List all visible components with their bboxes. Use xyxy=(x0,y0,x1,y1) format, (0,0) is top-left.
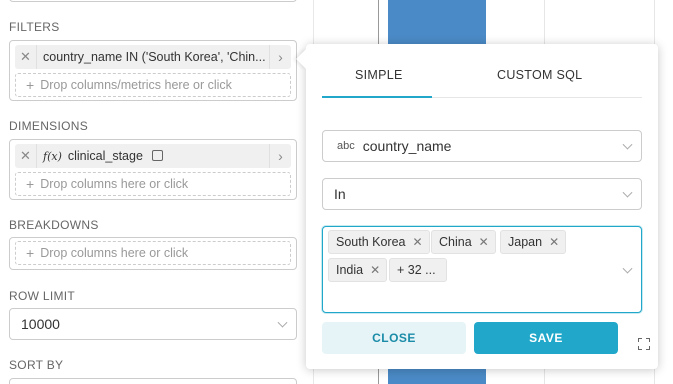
breakdowns-dropzone-text: Drop columns here or click xyxy=(40,246,189,260)
chevron-down-icon xyxy=(622,139,633,150)
chart-bar xyxy=(388,369,486,384)
value-tag: South Korea ✕ xyxy=(328,230,430,254)
filters-label: FILTERS xyxy=(9,20,60,34)
filter-tabs: SIMPLE CUSTOM SQL xyxy=(322,44,642,98)
breakdowns-control: + Drop columns here or click xyxy=(9,237,297,270)
chevron-down-icon xyxy=(622,187,633,198)
plus-icon: + xyxy=(26,176,35,192)
close-button[interactable]: CLOSE xyxy=(322,322,466,354)
row-limit-label: ROW LIMIT xyxy=(9,289,76,303)
dimensions-label: DIMENSIONS xyxy=(9,119,89,133)
plus-icon: + xyxy=(26,245,35,261)
filters-dropzone-text: Drop columns/metrics here or click xyxy=(40,78,232,92)
expand-icon[interactable] xyxy=(638,338,650,350)
previous-control-input[interactable] xyxy=(9,0,297,2)
row-limit-select[interactable]: 10000 xyxy=(9,308,297,340)
chevron-down-icon xyxy=(277,317,288,328)
active-tab-indicator xyxy=(322,96,432,98)
chevron-right-icon[interactable]: › xyxy=(269,45,291,69)
operator-select-value: In xyxy=(334,186,346,202)
breakdowns-label: BREAKDOWNS xyxy=(9,218,99,232)
remove-filter-icon[interactable]: ✕ xyxy=(15,45,37,69)
value-tag-label: India xyxy=(336,263,364,277)
chevron-down-icon xyxy=(622,263,633,274)
filter-chip-text: country_name IN ('South Korea', 'Chin... xyxy=(43,50,266,64)
remove-value-icon[interactable]: ✕ xyxy=(413,235,423,249)
value-tag: Japan ✕ xyxy=(500,230,567,254)
dimension-chip-content: f(x) clinical_stage xyxy=(37,149,269,163)
plus-icon: + xyxy=(26,77,35,93)
breakdowns-dropzone[interactable]: + Drop columns here or click xyxy=(15,241,291,265)
string-type-icon: abc xyxy=(337,140,355,152)
remove-value-icon[interactable]: ✕ xyxy=(370,263,380,277)
chart-bar xyxy=(388,0,486,44)
save-button[interactable]: SAVE xyxy=(474,322,618,354)
chevron-right-icon[interactable]: › xyxy=(269,144,291,168)
value-tag-label: South Korea xyxy=(336,235,406,249)
calculator-icon xyxy=(151,150,163,161)
dimension-chip[interactable]: ✕ f(x) clinical_stage › xyxy=(15,144,291,168)
value-tag: India ✕ xyxy=(328,258,388,282)
values-multiselect[interactable]: South Korea ✕ China ✕ Japan ✕ India ✕ + 32 .… xyxy=(322,226,642,313)
column-select[interactable]: abc country_name xyxy=(322,130,642,162)
dimensions-dropzone-text: Drop columns here or click xyxy=(40,177,189,191)
dimensions-control: ✕ f(x) clinical_stage › + Drop columns he… xyxy=(9,139,297,200)
sort-by-label: SORT BY xyxy=(9,358,64,372)
value-tag: China ✕ xyxy=(431,230,496,254)
sort-by-select[interactable] xyxy=(9,378,297,384)
operator-select[interactable]: In xyxy=(322,178,642,210)
dimensions-dropzone[interactable]: + Drop columns here or click xyxy=(15,172,291,196)
dimension-chip-text: clinical_stage xyxy=(67,149,143,163)
column-select-value: country_name xyxy=(362,138,452,154)
filters-dropzone[interactable]: + Drop columns/metrics here or click xyxy=(15,73,291,97)
row-limit-value: 10000 xyxy=(21,316,60,332)
more-values-tag[interactable]: + 32 ... xyxy=(389,258,447,282)
more-values-label: + 32 ... xyxy=(397,263,436,277)
tab-simple[interactable]: SIMPLE xyxy=(355,68,403,82)
tab-custom-sql[interactable]: CUSTOM SQL xyxy=(497,68,582,82)
filter-popover: SIMPLE CUSTOM SQL abc country_name In So… xyxy=(296,44,658,369)
remove-value-icon[interactable]: ✕ xyxy=(479,235,489,249)
remove-value-icon[interactable]: ✕ xyxy=(549,235,559,249)
control-panel: FILTERS ✕ country_name IN ('South Korea'… xyxy=(0,0,305,384)
filter-chip[interactable]: ✕ country_name IN ('South Korea', 'Chin.… xyxy=(15,45,291,69)
remove-dimension-icon[interactable]: ✕ xyxy=(15,144,37,168)
filters-control: ✕ country_name IN ('South Korea', 'Chin.… xyxy=(9,40,297,101)
function-icon: f(x) xyxy=(43,150,62,163)
value-tag-label: China xyxy=(439,235,472,249)
value-tag-label: Japan xyxy=(508,235,543,249)
